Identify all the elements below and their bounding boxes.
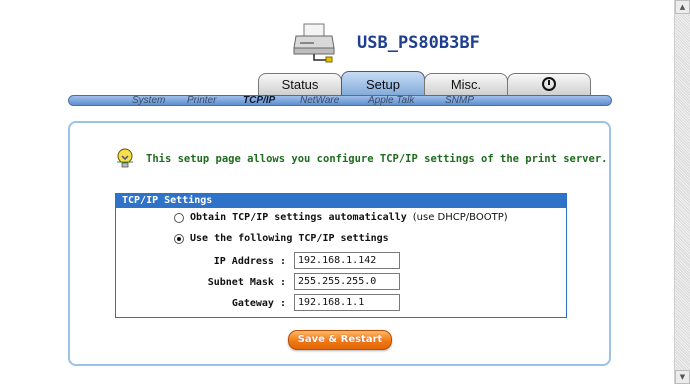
device-name: USB_PS80B3BF	[357, 33, 480, 53]
printer-icon	[293, 23, 335, 63]
subnav-item-system[interactable]: System	[132, 94, 165, 107]
radio-auto-text: Obtain TCP/IP settings automatically	[190, 212, 407, 223]
subnav-item-snmp[interactable]: SNMP	[445, 94, 474, 107]
radio-auto-label[interactable]: Obtain TCP/IP settings automatically (us…	[190, 212, 508, 223]
subnet-mask-input[interactable]	[294, 273, 400, 290]
gateway-input[interactable]	[294, 294, 400, 311]
tab-power[interactable]	[507, 73, 591, 95]
tab-misc[interactable]: Misc.	[424, 73, 508, 95]
scroll-up-arrow-icon[interactable]: ▲	[675, 0, 690, 14]
subnav-item-printer[interactable]: Printer	[187, 94, 216, 107]
radio-auto[interactable]	[174, 213, 184, 223]
subnet-mask-label: Subnet Mask :	[207, 277, 286, 288]
power-icon	[542, 77, 556, 91]
subnav-item-tcpip[interactable]: TCP/IP	[243, 94, 275, 107]
scroll-down-arrow-icon[interactable]: ▼	[675, 370, 690, 384]
subnav-item-appletalk[interactable]: Apple Talk	[368, 94, 414, 107]
gateway-label: Gateway :	[231, 298, 286, 309]
hint-text: This setup page allows you configure TCP…	[146, 153, 608, 165]
tab-status[interactable]: Status	[258, 73, 342, 95]
lightbulb-icon	[117, 148, 133, 168]
radio-manual[interactable]	[174, 234, 184, 244]
group-title: TCP/IP Settings	[116, 194, 566, 208]
ip-address-input[interactable]	[294, 252, 400, 269]
save-restart-button[interactable]: Save & Restart	[288, 330, 392, 350]
radio-manual-label[interactable]: Use the following TCP/IP settings	[190, 233, 389, 244]
vertical-scrollbar[interactable]: ▲ ▼	[674, 0, 690, 384]
ip-address-label: IP Address :	[213, 256, 286, 267]
subnav-item-netware[interactable]: NetWare	[300, 94, 339, 107]
radio-auto-note: (use DHCP/BOOTP)	[412, 212, 508, 223]
